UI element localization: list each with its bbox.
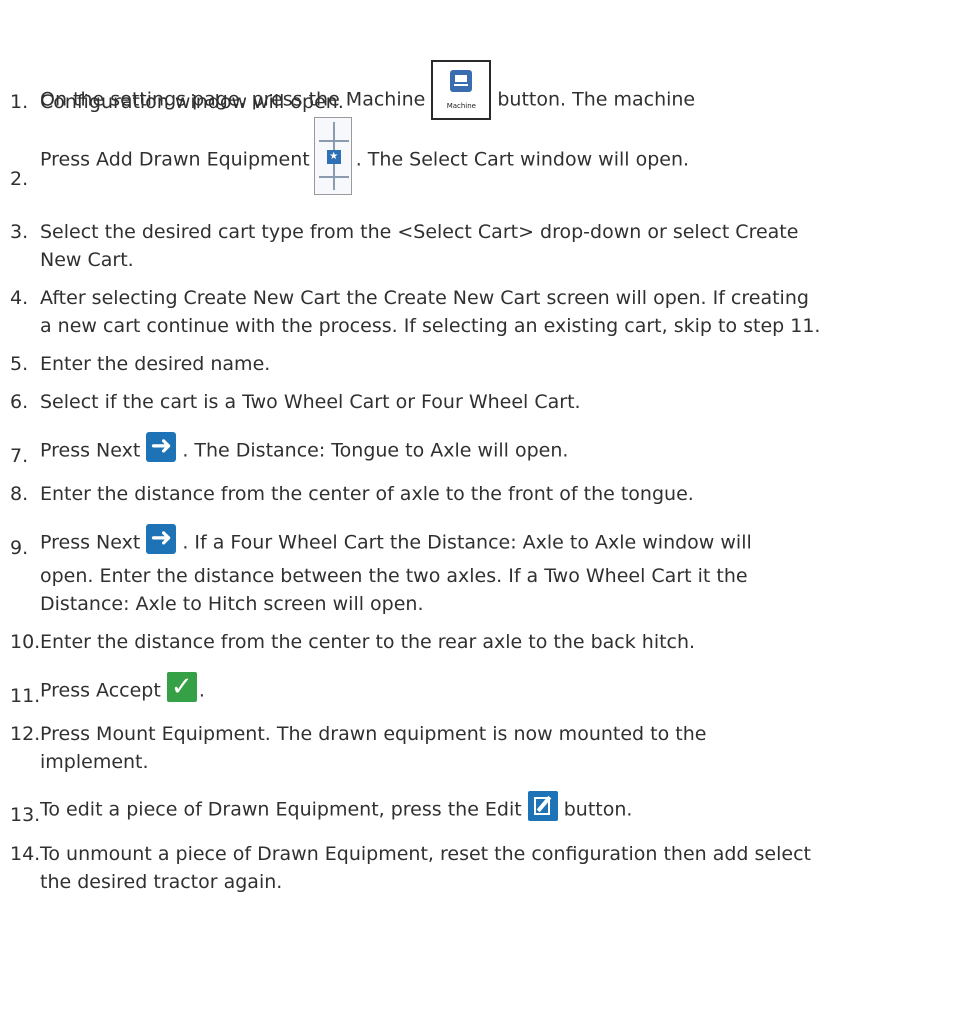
step-text: Select the desired cart type from the <S…	[40, 221, 799, 243]
step-text: Enter the distance from the center to th…	[40, 631, 696, 653]
step-text-line2: implement.	[40, 751, 149, 773]
step-text: Enter the distance from the center of ax…	[40, 483, 694, 505]
step-number: 9.	[10, 537, 29, 559]
step-text: Press Next ➜. The Distance: Tongue to Axl…	[40, 432, 569, 466]
step-text-part: button. The machine	[497, 88, 696, 111]
step-text-part: Press Add Drawn Equipment	[40, 148, 310, 171]
right-arrow-icon: ➜	[146, 432, 177, 462]
step-number: 6.	[10, 391, 29, 413]
drawn-axle	[318, 140, 349, 142]
tractor-icon	[450, 70, 473, 92]
step-text-part: button.	[563, 798, 633, 821]
machine-button-icon: Machine	[431, 60, 492, 120]
step-number: 4.	[10, 287, 29, 309]
step-text-part: Press Next	[40, 439, 141, 462]
step-text-line2: New Cart.	[40, 249, 134, 271]
step-text: To unmount a piece of Drawn Equipment, r…	[40, 843, 811, 865]
step-number: 7.	[10, 445, 29, 467]
checkmark-icon: ✓	[166, 672, 197, 702]
step-text-line3: Distance: Axle to Hitch screen will open…	[40, 593, 424, 615]
step-text-part: . The Distance: Tongue to Axle will open…	[182, 439, 569, 462]
step-number: 10.	[10, 631, 41, 653]
step-number: 5.	[10, 353, 29, 375]
step-number: 1.	[10, 91, 29, 113]
step-text: Press Mount Equipment. The drawn equipme…	[40, 723, 707, 745]
machine-icon-label: Machine	[446, 102, 476, 110]
step-number: 13.	[10, 804, 41, 826]
step-text-part: Press Accept	[40, 679, 161, 702]
step-text-part: . If a Four Wheel Cart the Distance: Axl…	[182, 531, 752, 554]
step-text: Press Accept ✓.	[40, 672, 205, 706]
step-number: 11.	[10, 685, 41, 707]
step-number: 2.	[10, 168, 29, 190]
step-text-part: To edit a piece of Drawn Equipment, pres…	[40, 798, 522, 821]
step-text: Select if the cart is a Two Wheel Cart o…	[40, 391, 581, 413]
step-text: After selecting Create New Cart the Crea…	[40, 287, 809, 309]
step-text: Press Next ➜. If a Four Wheel Cart the Di…	[40, 524, 752, 558]
step-text: Press Add Drawn Equipment ★ . The Select C…	[40, 117, 690, 199]
step-number: 8.	[10, 483, 29, 505]
drawn-axle	[318, 176, 349, 178]
step-text-part: . The Select Cart window will open.	[355, 148, 690, 171]
step-text-line2: open. Enter the distance between the two…	[40, 565, 748, 587]
step-text-line2: a new cart continue with the process. If…	[40, 315, 821, 337]
edit-icon	[527, 791, 558, 821]
step-text-line2: the desired tractor again.	[40, 871, 283, 893]
right-arrow-icon: ➜	[146, 524, 177, 554]
step-text-line2: Configuration window will open.	[40, 91, 344, 113]
step-number: 12.	[10, 723, 41, 745]
drawn-box: ★	[326, 150, 341, 164]
step-text-part: Press Next	[40, 531, 141, 554]
step-text: Enter the desired name.	[40, 353, 271, 375]
step-text: To edit a piece of Drawn Equipment, pres…	[40, 791, 633, 825]
step-number: 14.	[10, 843, 41, 865]
step-number: 3.	[10, 221, 29, 243]
step-text-part: .	[198, 679, 205, 702]
drawn-equipment-icon: ★	[313, 117, 352, 195]
